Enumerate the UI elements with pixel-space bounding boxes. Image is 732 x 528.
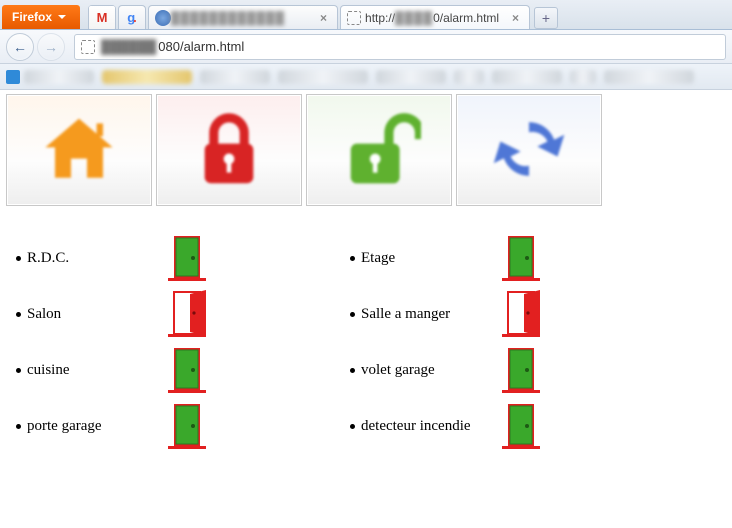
- refresh-button[interactable]: [456, 94, 602, 206]
- arrow-right-icon: →: [44, 39, 58, 55]
- door-closed-icon: [500, 346, 542, 394]
- home-button[interactable]: [6, 94, 152, 206]
- sensor-label: volet garage: [350, 362, 500, 379]
- sensor-column-right: Etage Salle a manger volet garage: [350, 230, 650, 454]
- door-open-icon: [500, 290, 542, 338]
- bullet-icon: [350, 312, 355, 317]
- tab-gmail[interactable]: M: [88, 5, 116, 29]
- page-icon: [347, 11, 361, 25]
- sensor-row: Salon: [16, 286, 316, 342]
- bullet-icon: [16, 312, 21, 317]
- lock-button[interactable]: [156, 94, 302, 206]
- bookmark-blur: [604, 70, 694, 84]
- bullet-icon: [16, 424, 21, 429]
- tab-close-button[interactable]: ×: [508, 11, 523, 25]
- refresh-icon: [487, 107, 571, 194]
- bullet-icon: [350, 256, 355, 261]
- sensor-name: Salon: [27, 306, 61, 323]
- sensor-name: Etage: [361, 250, 395, 267]
- url-text: 080/alarm.html: [158, 39, 244, 54]
- sensor-row: R.D.C.: [16, 230, 316, 286]
- sensor-name: Salle a manger: [361, 306, 450, 323]
- bookmark-bar: [0, 64, 732, 90]
- sensor-row: Salle a manger: [350, 286, 650, 342]
- door-closed-icon: [500, 402, 542, 450]
- forward-button[interactable]: →: [37, 33, 65, 61]
- bookmark-blur: [200, 70, 270, 84]
- tab-strip: M g. ████████████ × http:// ████ 0/alarm…: [88, 1, 558, 29]
- tab-title-blur: ████: [395, 11, 433, 25]
- sensor-name: cuisine: [27, 362, 70, 379]
- tab-title-prefix: http://: [365, 11, 395, 25]
- bookmark-blur: [24, 70, 94, 84]
- bookmark-blur: [454, 70, 484, 84]
- bookmark-blur: [376, 70, 446, 84]
- sensor-name: volet garage: [361, 362, 435, 379]
- tab-title-blur: ████████████: [171, 11, 285, 25]
- door-closed-icon: [166, 346, 208, 394]
- sensor-row: volet garage: [350, 342, 650, 398]
- new-tab-button[interactable]: +: [534, 7, 558, 29]
- bookmark-blur: [492, 70, 562, 84]
- bullet-icon: [350, 368, 355, 373]
- page-icon: [81, 40, 95, 54]
- bookmark-favicon: [6, 70, 20, 84]
- door-closed-icon: [500, 234, 542, 282]
- bullet-icon: [350, 424, 355, 429]
- tab-blurred[interactable]: ████████████ ×: [148, 5, 338, 29]
- tab-title-suffix: 0/alarm.html: [433, 11, 499, 25]
- sensor-row: porte garage: [16, 398, 316, 454]
- browser-titlebar: Firefox M g. ████████████ × http:// ████…: [0, 0, 732, 30]
- bullet-icon: [16, 256, 21, 261]
- toolbar-row: [6, 94, 726, 206]
- door-closed-icon: [166, 234, 208, 282]
- firefox-menu-button[interactable]: Firefox: [2, 5, 80, 29]
- sensor-row: detecteur incendie: [350, 398, 650, 454]
- tab-google[interactable]: g.: [118, 5, 146, 29]
- sensor-name: porte garage: [27, 418, 102, 435]
- lock-closed-icon: [191, 107, 267, 194]
- google-icon: g.: [119, 6, 145, 29]
- sensor-name: detecteur incendie: [361, 418, 471, 435]
- door-closed-icon: [166, 402, 208, 450]
- sensor-row: cuisine: [16, 342, 316, 398]
- sensor-label: cuisine: [16, 362, 166, 379]
- sensor-label: Etage: [350, 250, 500, 267]
- url-bar[interactable]: ██████ 080/alarm.html: [74, 34, 726, 60]
- sensor-name: R.D.C.: [27, 250, 69, 267]
- bookmark-blur: [570, 70, 596, 84]
- generic-favicon: [155, 10, 171, 26]
- gmail-icon: M: [89, 6, 115, 29]
- sensor-label: R.D.C.: [16, 250, 166, 267]
- unlock-button[interactable]: [306, 94, 452, 206]
- browser-navbar: ← → ██████ 080/alarm.html: [0, 30, 732, 64]
- sensor-label: porte garage: [16, 418, 166, 435]
- door-open-icon: [166, 290, 208, 338]
- sensor-label: detecteur incendie: [350, 418, 500, 435]
- bookmark-blur: [102, 70, 192, 84]
- lock-open-icon: [337, 107, 421, 194]
- url-blur: ██████: [101, 39, 156, 54]
- back-button[interactable]: ←: [6, 33, 34, 61]
- bookmark-item[interactable]: [6, 70, 94, 84]
- tab-close-button[interactable]: ×: [316, 11, 331, 25]
- sensor-grid: R.D.C. Salon cuisine: [6, 206, 726, 464]
- sensor-column-left: R.D.C. Salon cuisine: [16, 230, 316, 454]
- sensor-row: Etage: [350, 230, 650, 286]
- bookmark-blur: [278, 70, 368, 84]
- sensor-label: Salon: [16, 306, 166, 323]
- page-content: R.D.C. Salon cuisine: [0, 90, 732, 468]
- sensor-label: Salle a manger: [350, 306, 500, 323]
- tab-alarm[interactable]: http:// ████ 0/alarm.html ×: [340, 5, 530, 29]
- home-icon: [35, 109, 123, 192]
- arrow-left-icon: ←: [13, 39, 27, 55]
- bullet-icon: [16, 368, 21, 373]
